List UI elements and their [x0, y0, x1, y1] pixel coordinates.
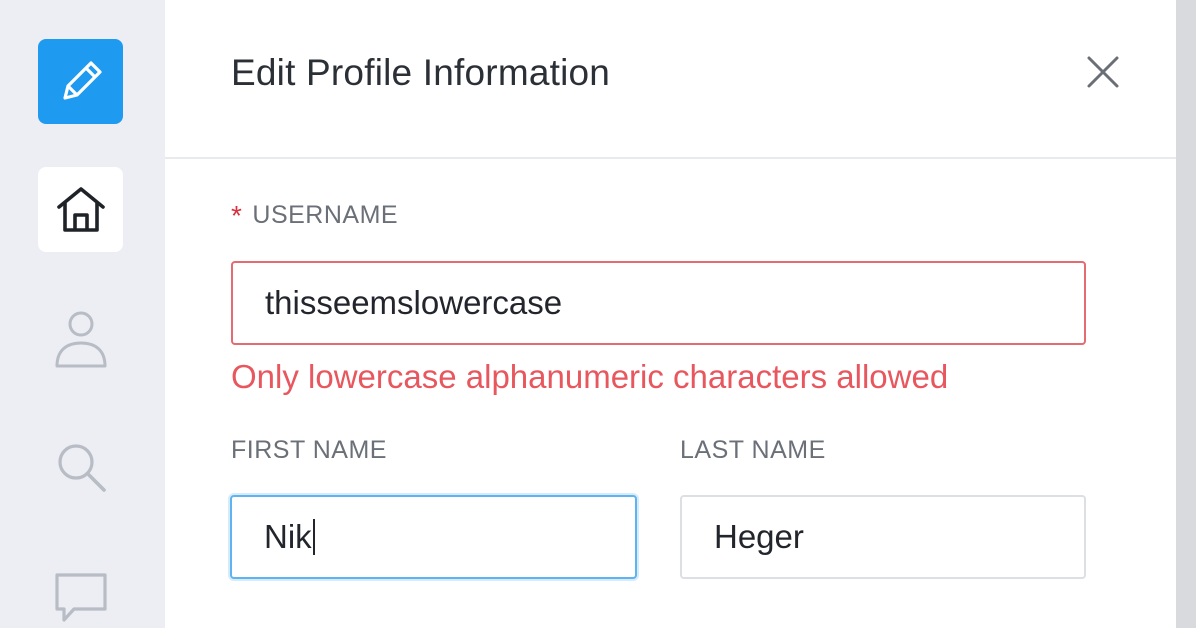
- user-icon: [55, 311, 106, 367]
- required-mark: *: [231, 200, 243, 231]
- search-icon: [57, 443, 106, 492]
- home-icon: [56, 186, 105, 232]
- username-label: * USERNAME: [231, 198, 399, 231]
- sidebar-item-home[interactable]: [38, 167, 123, 252]
- app-window: Edit Profile Information * USERNAME thiss…: [0, 0, 1196, 628]
- close-icon: [1087, 56, 1119, 88]
- first-name-label: FIRST NAME: [231, 436, 387, 464]
- sidebar-item-edit[interactable]: [38, 39, 123, 124]
- first-name-input-value: Nik: [264, 518, 312, 555]
- scrollbar-track: [1176, 0, 1196, 628]
- dialog-header: Edit Profile Information: [165, 0, 1176, 159]
- username-input[interactable]: thisseemslowercase: [231, 261, 1086, 345]
- sidebar-item-profile[interactable]: [38, 296, 123, 381]
- last-name-input[interactable]: Heger: [680, 495, 1086, 579]
- edit-profile-dialog: Edit Profile Information * USERNAME thiss…: [165, 0, 1176, 628]
- pencil-icon: [62, 60, 102, 100]
- last-name-label: LAST NAME: [680, 436, 826, 464]
- sidebar-item-search[interactable]: [38, 424, 123, 509]
- chat-bubble-icon: [54, 572, 107, 622]
- last-name-input-value: Heger: [714, 518, 804, 555]
- username-error-message: Only lowercase alphanumeric characters a…: [231, 358, 949, 395]
- text-caret: [312, 519, 315, 555]
- sidebar-item-messages[interactable]: [38, 555, 123, 628]
- dialog-title: Edit Profile Information: [231, 52, 611, 93]
- sidebar: [0, 0, 165, 628]
- first-name-input[interactable]: Nik: [230, 495, 637, 579]
- username-input-value: thisseemslowercase: [265, 284, 563, 321]
- username-label-text: USERNAME: [252, 201, 399, 229]
- close-button[interactable]: [1081, 50, 1125, 94]
